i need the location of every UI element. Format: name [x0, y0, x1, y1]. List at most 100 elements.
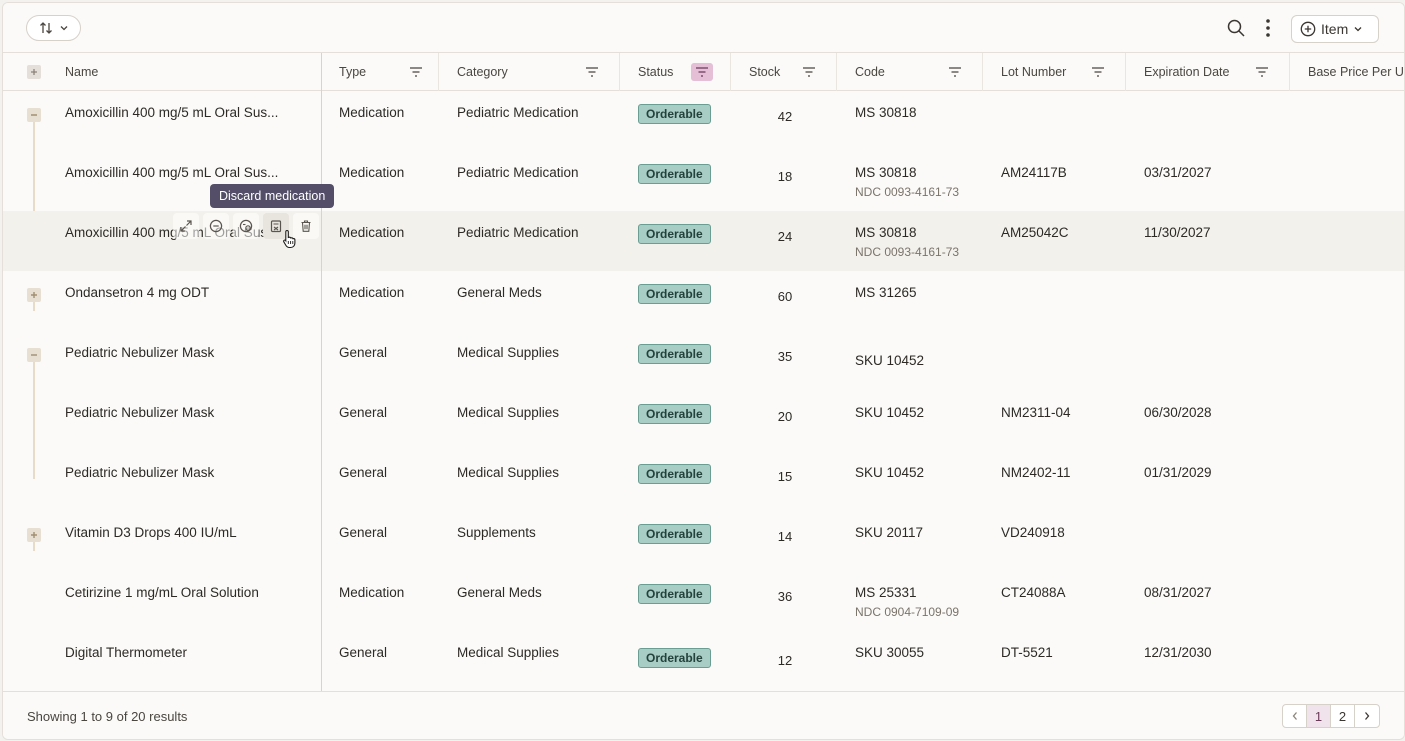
inventory-panel: Item Name Type Category Status Stock Cod… [2, 2, 1405, 740]
item-stock: 42 [777, 109, 793, 124]
add-item-button[interactable]: Item [1291, 15, 1379, 43]
item-name[interactable]: Pediatric Nebulizer Mask [65, 345, 214, 360]
minus-circle-icon [209, 219, 223, 233]
adjust-stock-button[interactable] [233, 213, 259, 239]
minus-icon [31, 114, 37, 116]
column-header-label: Stock [749, 65, 781, 79]
column-header-label: Name [65, 65, 99, 79]
item-expiration: 03/31/2027 [1144, 165, 1212, 180]
hand-cursor-icon [283, 229, 296, 249]
item-code: SKU 30055 [855, 645, 925, 660]
table-row[interactable]: Cetirizine 1 mg/mL Oral Solution Medicat… [3, 571, 1404, 631]
item-name[interactable]: Vitamin D3 Drops 400 IU/mL [65, 525, 237, 540]
column-header-label: Lot Number [1001, 65, 1067, 79]
status-badge: Orderable [638, 404, 711, 424]
item-ndc: NDC 0904-7109-09 [855, 605, 960, 619]
column-header-type[interactable]: Type [321, 53, 439, 91]
code-filter-icon[interactable] [944, 63, 966, 81]
status-badge: Orderable [638, 648, 711, 668]
chevron-right-icon [1365, 712, 1370, 720]
expand-row-button[interactable] [173, 213, 199, 239]
table-row[interactable]: Pediatric Nebulizer Mask General Medical… [3, 391, 1404, 451]
column-header-category[interactable]: Category [439, 53, 620, 91]
column-header-label: Base Price Per U [1308, 65, 1404, 79]
table-body: Amoxicillin 400 mg/5 mL Oral Sus... Medi… [3, 91, 1404, 691]
item-type: Medication [339, 165, 405, 180]
item-type: General [339, 405, 388, 420]
status-badge: Orderable [638, 344, 711, 364]
item-code: SKU 10452 [855, 405, 925, 420]
item-lot: NM2311-04 [1001, 405, 1071, 420]
item-name[interactable]: Ondansetron 4 mg ODT [65, 285, 209, 300]
column-header-status[interactable]: Status [620, 53, 731, 91]
table-row[interactable]: Amoxicillin 400 mg/5 mL Oral Sus... Medi… [3, 91, 1404, 151]
item-type: General [339, 525, 388, 540]
item-ndc: NDC 0093-4161-73 [855, 245, 960, 259]
item-stock: 18 [777, 169, 793, 184]
item-name[interactable]: Cetirizine 1 mg/mL Oral Solution [65, 585, 259, 600]
dial-adjust-icon [239, 219, 253, 233]
chevron-left-icon [1292, 712, 1297, 720]
add-item-label: Item [1321, 21, 1349, 37]
column-header-label: Code [855, 65, 885, 79]
column-header-expiration-date[interactable]: Expiration Date [1126, 53, 1290, 91]
more-options-button[interactable] [1257, 17, 1279, 39]
column-header-label: Category [457, 65, 508, 79]
column-header-name[interactable]: Name [47, 53, 321, 91]
next-page-button[interactable] [1355, 705, 1379, 727]
item-expiration: 08/31/2027 [1144, 585, 1212, 600]
table-header: Name Type Category Status Stock Code Lot… [3, 53, 1404, 91]
item-name[interactable]: Pediatric Nebulizer Mask [65, 405, 214, 420]
expiration-date-filter-icon[interactable] [1251, 63, 1273, 81]
status-badge: Orderable [638, 164, 711, 184]
expand-all-toggle[interactable] [27, 65, 41, 79]
prev-page-button[interactable] [1283, 705, 1307, 727]
item-lot: AM24117B [1001, 165, 1067, 180]
item-code: MS 30818 [855, 105, 917, 120]
sort-icon [39, 22, 52, 34]
table-row[interactable]: Digital Thermometer General Medical Supp… [3, 631, 1404, 691]
plus-icon [31, 69, 37, 75]
item-stock: 20 [777, 409, 793, 424]
item-stock: 36 [777, 589, 793, 604]
status-filter-icon[interactable] [691, 63, 713, 81]
item-type: General [339, 465, 388, 480]
column-header-label: Expiration Date [1144, 65, 1230, 79]
expand-toggle[interactable] [27, 288, 41, 302]
item-name[interactable]: Amoxicillin 400 mg/5 mL Oral Sus... [65, 165, 278, 180]
table-footer: Showing 1 to 9 of 20 results 1 2 [3, 691, 1404, 739]
item-name[interactable]: Pediatric Nebulizer Mask [65, 465, 214, 480]
table-row[interactable]: Vitamin D3 Drops 400 IU/mL General Suppl… [3, 511, 1404, 571]
table-row[interactable]: Pediatric Nebulizer Mask General Medical… [3, 331, 1404, 391]
item-category: Medical Supplies [457, 465, 560, 480]
pinned-column-divider [321, 53, 322, 691]
page-1-button[interactable]: 1 [1307, 705, 1331, 727]
toolbar: Item [3, 3, 1404, 53]
table-row[interactable]: Ondansetron 4 mg ODT Medication General … [3, 271, 1404, 331]
search-button[interactable] [1225, 17, 1247, 39]
column-header-code[interactable]: Code [837, 53, 983, 91]
column-header-base-price[interactable]: Base Price Per U [1290, 53, 1404, 91]
expand-toggle[interactable] [27, 528, 41, 542]
item-code: SKU 10452 [855, 465, 925, 480]
lot-number-filter-icon[interactable] [1087, 63, 1109, 81]
stock-filter-icon[interactable] [798, 63, 820, 81]
item-stock: 35 [777, 349, 793, 364]
column-header-label: Status [638, 65, 674, 79]
column-header-stock[interactable]: Stock [731, 53, 837, 91]
decrease-stock-button[interactable] [203, 213, 229, 239]
category-filter-icon[interactable] [581, 63, 603, 81]
collapse-toggle[interactable] [27, 108, 41, 122]
sort-button[interactable] [26, 15, 81, 41]
item-type: Medication [339, 105, 405, 120]
status-badge: Orderable [638, 464, 711, 484]
table-row[interactable]: Pediatric Nebulizer Mask General Medical… [3, 451, 1404, 511]
collapse-toggle[interactable] [27, 348, 41, 362]
item-name[interactable]: Amoxicillin 400 mg/5 mL Oral Sus... [65, 105, 278, 120]
column-header-lot-number[interactable]: Lot Number [983, 53, 1126, 91]
item-name[interactable]: Digital Thermometer [65, 645, 187, 660]
page-2-button[interactable]: 2 [1331, 705, 1355, 727]
trash-icon [301, 220, 311, 232]
item-stock: 14 [777, 529, 793, 544]
type-filter-icon[interactable] [405, 63, 427, 81]
